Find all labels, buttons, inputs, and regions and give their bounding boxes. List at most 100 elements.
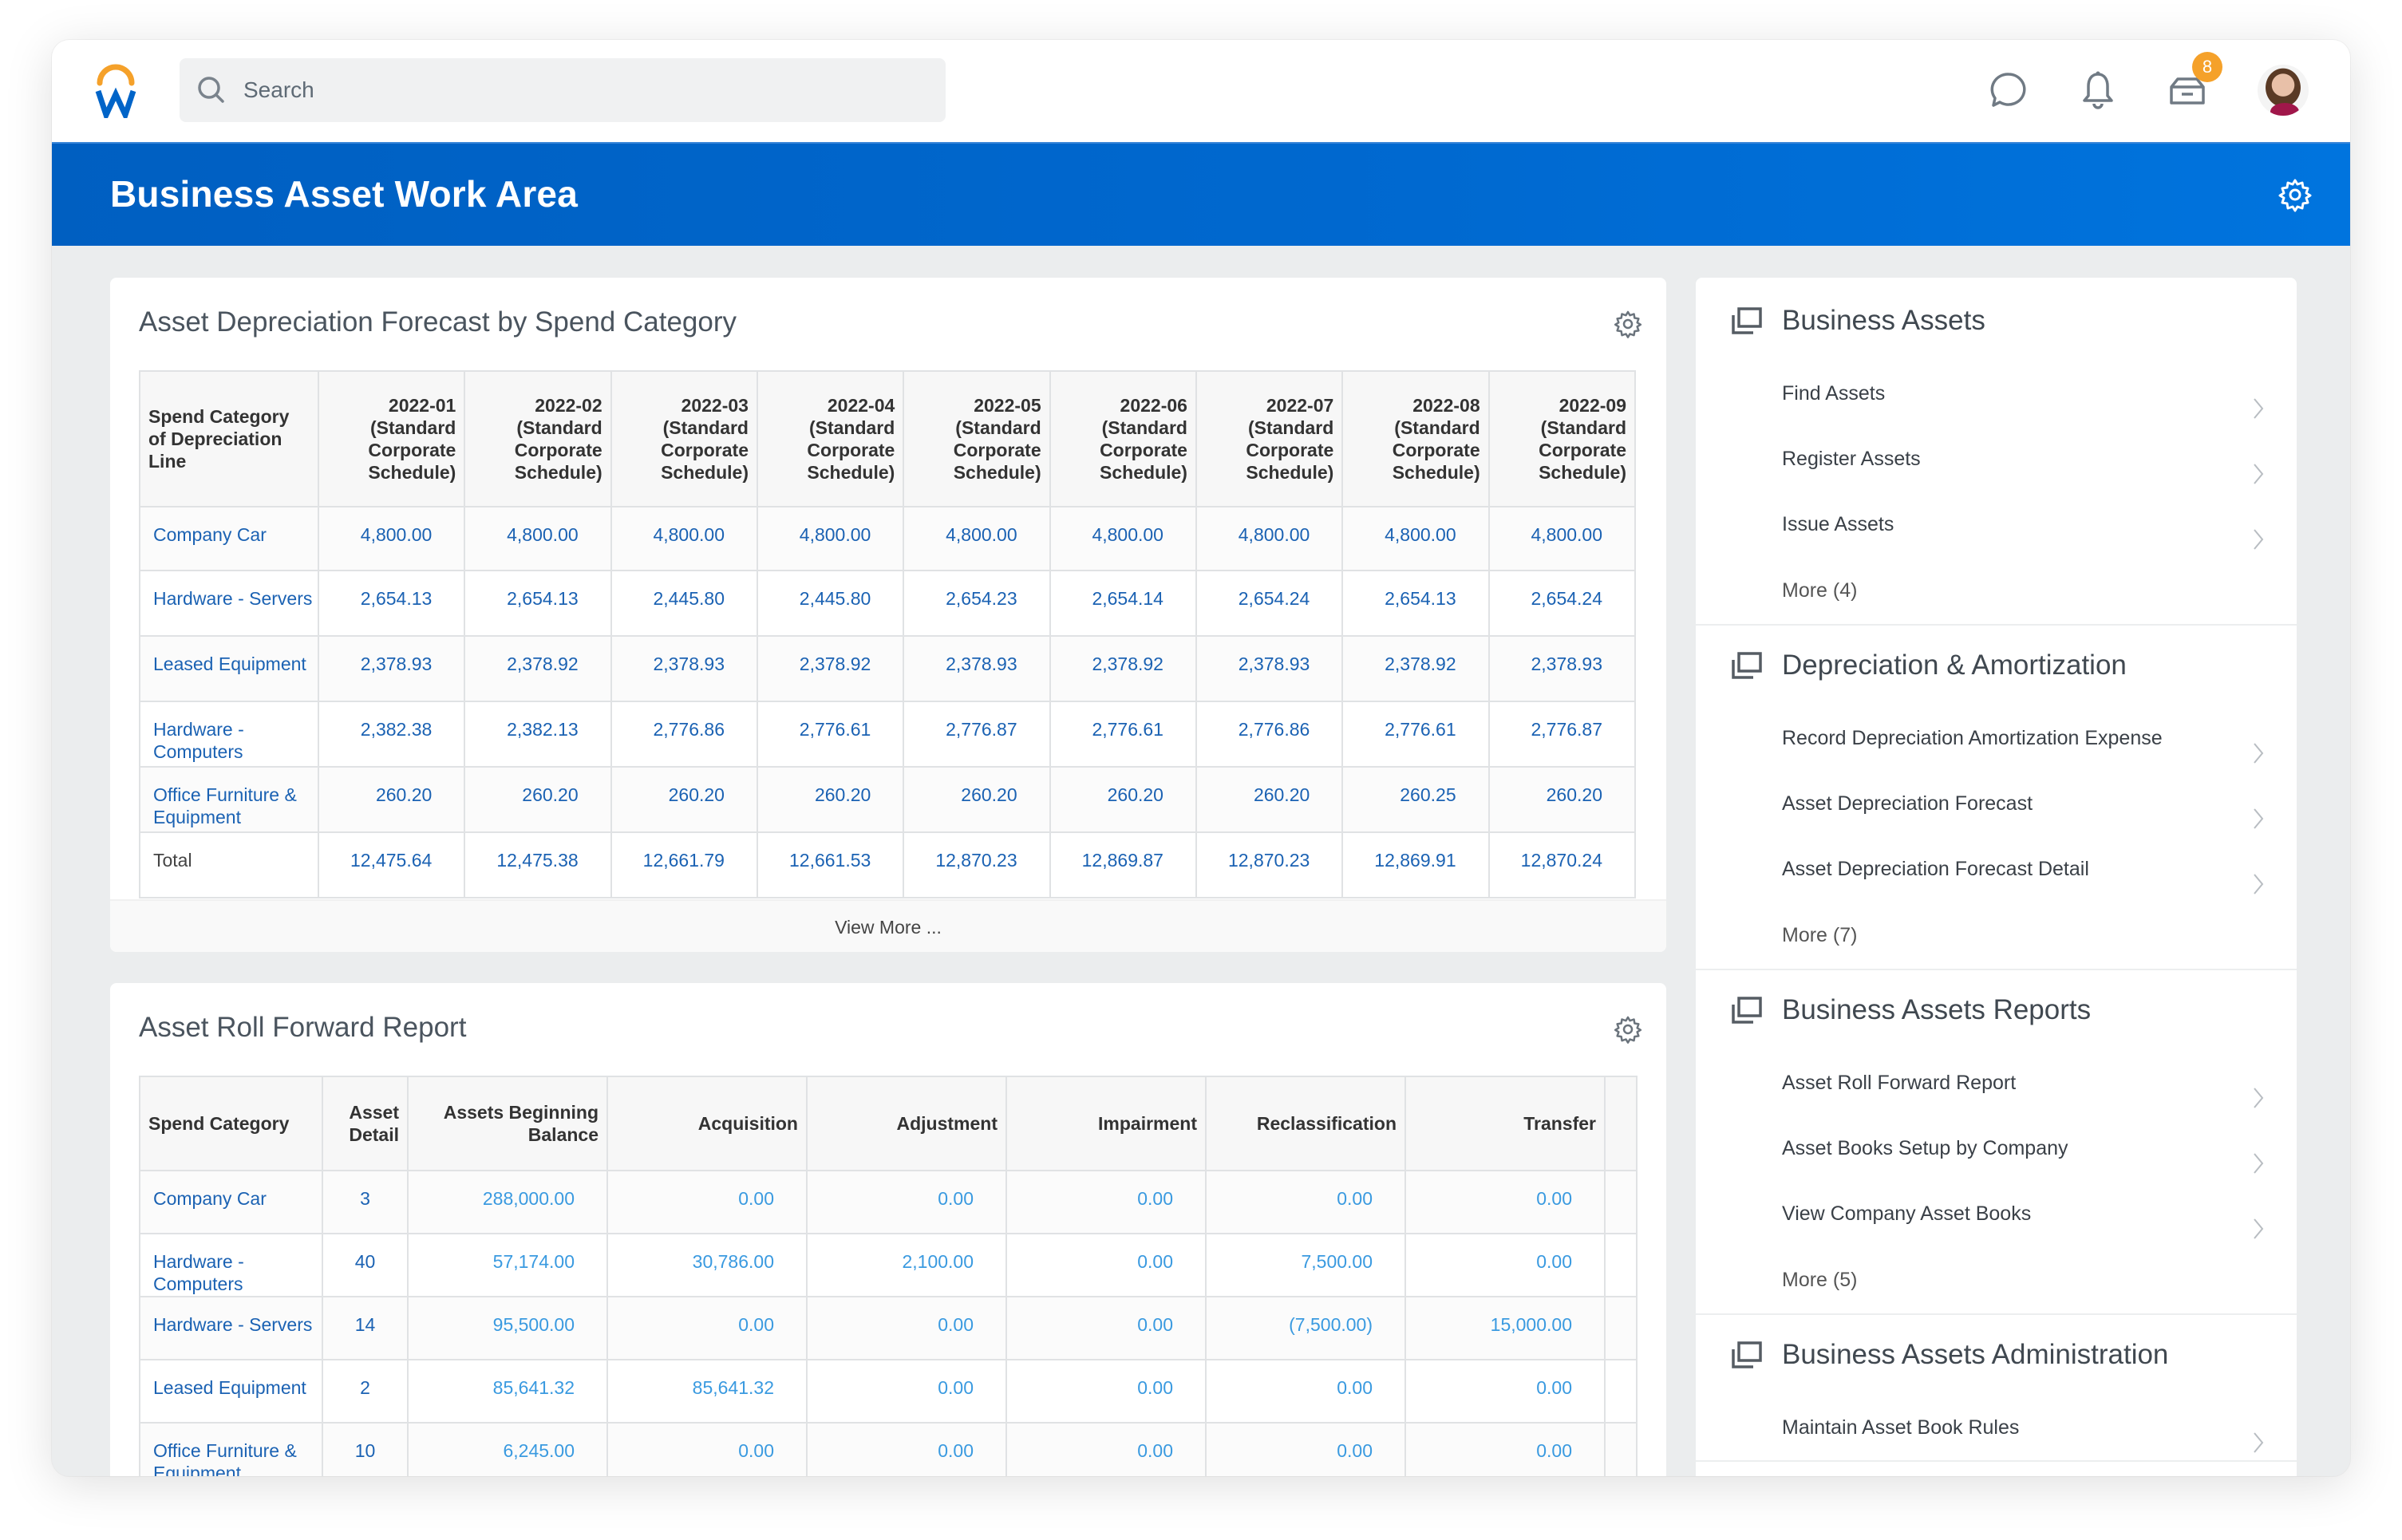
spend-category-link[interactable]: Hardware - Computers — [139, 701, 319, 768]
total-amount-link[interactable]: 12,475.64 — [317, 831, 466, 898]
spend-category-link[interactable]: Company Car — [139, 506, 319, 571]
amount-link[interactable]: 0.00 — [606, 1170, 808, 1234]
spend-category-link[interactable]: Company Car — [139, 1170, 323, 1234]
amount-link[interactable]: 2,382.13 — [464, 701, 612, 768]
amount-link[interactable]: 288,000.00 — [407, 1170, 608, 1234]
amount-link[interactable]: 2,654.14 — [1049, 570, 1197, 637]
amount-link[interactable]: 4,800.00 — [464, 506, 612, 571]
amount-link[interactable]: 4,800.00 — [1049, 506, 1197, 571]
amount-link[interactable]: 2,382.38 — [317, 701, 466, 768]
sidebar-task-link[interactable]: Maintain Asset Book Rules — [1696, 1395, 2297, 1460]
amount-link[interactable]: 2,378.92 — [1341, 635, 1490, 702]
sidebar-more-link[interactable]: More (7) — [1696, 902, 2297, 969]
sidebar-task-link[interactable]: Find Assets — [1696, 361, 2297, 426]
amount-link[interactable]: 2,378.92 — [756, 635, 905, 702]
amount-link[interactable]: 6,245.00 — [407, 1422, 608, 1476]
amount-link[interactable]: 2,654.13 — [1341, 570, 1490, 637]
amount-link[interactable]: 2,378.93 — [317, 635, 466, 702]
total-amount-link[interactable]: 12,475.38 — [464, 831, 612, 898]
amount-link[interactable]: 0.00 — [1005, 1296, 1207, 1360]
sidebar-task-link[interactable]: View Company Asset Books — [1696, 1181, 2297, 1246]
amount-link[interactable]: 260.20 — [610, 766, 758, 833]
amount-link[interactable]: 0.00 — [606, 1422, 808, 1476]
amount-link[interactable]: 30,786.00 — [606, 1233, 808, 1297]
amount-link[interactable]: 2,378.93 — [903, 635, 1051, 702]
asset-detail-count-link[interactable]: 40 — [322, 1233, 409, 1297]
amount-link[interactable]: 0.00 — [1205, 1170, 1406, 1234]
sidebar-task-link[interactable]: Register Assets — [1696, 426, 2297, 492]
amount-link[interactable]: 85,641.32 — [606, 1359, 808, 1424]
amount-link[interactable]: 2,776.86 — [1195, 701, 1344, 768]
amount-link[interactable]: 0.00 — [1005, 1233, 1207, 1297]
spend-category-link[interactable]: Hardware - Servers — [139, 570, 319, 637]
amount-link[interactable]: 2,378.92 — [464, 635, 612, 702]
amount-link[interactable]: 260.20 — [1487, 766, 1637, 833]
amount-link[interactable]: 0.00 — [1404, 1233, 1606, 1297]
total-amount-link[interactable]: 12,870.24 — [1487, 831, 1637, 898]
amount-link[interactable]: 4,800.00 — [1487, 506, 1637, 571]
amount-link[interactable]: 0.00 — [806, 1170, 1007, 1234]
sidebar-task-link[interactable]: Issue Assets — [1696, 492, 2297, 557]
amount-link[interactable]: 2,776.61 — [1049, 701, 1197, 768]
amount-link[interactable]: 260.20 — [1195, 766, 1344, 833]
workday-logo[interactable] — [92, 62, 140, 118]
spend-category-link[interactable]: Leased Equipment — [139, 635, 319, 702]
amount-link[interactable]: 0.00 — [1005, 1170, 1207, 1234]
amount-link[interactable]: 2,776.86 — [610, 701, 758, 768]
amount-link[interactable]: 0.00 — [1005, 1422, 1207, 1476]
amount-link[interactable]: 2,445.80 — [610, 570, 758, 637]
amount-link[interactable]: 2,654.24 — [1195, 570, 1344, 637]
amount-link[interactable]: 2,378.93 — [1195, 635, 1344, 702]
amount-link[interactable]: 0.00 — [1404, 1359, 1606, 1424]
amount-link[interactable]: 2,776.87 — [903, 701, 1051, 768]
view-more-button[interactable]: View More ... — [110, 899, 1666, 952]
total-amount-link[interactable]: 12,870.23 — [1195, 831, 1344, 898]
amount-link[interactable]: 0.00 — [1404, 1422, 1606, 1476]
user-avatar[interactable] — [2258, 65, 2309, 116]
amount-link[interactable]: 260.20 — [464, 766, 612, 833]
amount-link[interactable]: 260.20 — [903, 766, 1051, 833]
amount-link[interactable]: 2,776.87 — [1487, 701, 1637, 768]
total-amount-link[interactable]: 12,661.53 — [756, 831, 905, 898]
gear-icon[interactable] — [1612, 1013, 1644, 1045]
amount-link[interactable]: 260.20 — [1049, 766, 1197, 833]
sidebar-task-link[interactable]: Record Depreciation Amortization Expense — [1696, 705, 2297, 771]
amount-link[interactable]: 0.00 — [806, 1359, 1007, 1424]
amount-link[interactable]: 0.00 — [606, 1296, 808, 1360]
amount-link[interactable]: 85,641.32 — [407, 1359, 608, 1424]
amount-link[interactable]: 0.00 — [1205, 1359, 1406, 1424]
spend-category-link[interactable]: Hardware - Computers — [139, 1233, 323, 1297]
total-amount-link[interactable]: 12,869.91 — [1341, 831, 1490, 898]
chat-button[interactable] — [1986, 68, 2031, 113]
spend-category-link[interactable]: Office Furniture & Equipment — [139, 1422, 323, 1476]
amount-link[interactable]: 4,800.00 — [317, 506, 466, 571]
total-amount-link[interactable]: 12,661.79 — [610, 831, 758, 898]
sidebar-task-link[interactable]: Asset Roll Forward Report — [1696, 1050, 2297, 1116]
amount-link[interactable]: 260.20 — [756, 766, 905, 833]
asset-detail-count-link[interactable]: 3 — [322, 1170, 409, 1234]
amount-link[interactable]: 2,654.13 — [464, 570, 612, 637]
amount-link[interactable]: 7,500.00 — [1205, 1233, 1406, 1297]
total-amount-link[interactable]: 12,870.23 — [903, 831, 1051, 898]
amount-link[interactable]: 95,500.00 — [407, 1296, 608, 1360]
notifications-button[interactable] — [2076, 68, 2120, 113]
amount-link[interactable]: 2,776.61 — [1341, 701, 1490, 768]
amount-link[interactable]: 4,800.00 — [903, 506, 1051, 571]
sidebar-task-link[interactable]: Asset Books Setup by Company — [1696, 1116, 2297, 1181]
inbox-button[interactable]: 8 — [2165, 52, 2222, 113]
amount-link[interactable]: 2,654.24 — [1487, 570, 1637, 637]
asset-detail-count-link[interactable]: 2 — [322, 1359, 409, 1424]
spend-category-link[interactable]: Hardware - Servers — [139, 1296, 323, 1360]
amount-link[interactable]: 2,378.92 — [1049, 635, 1197, 702]
amount-link[interactable]: 260.20 — [317, 766, 466, 833]
amount-link[interactable]: 2,378.93 — [1487, 635, 1637, 702]
amount-link[interactable]: 0.00 — [1205, 1422, 1406, 1476]
amount-link[interactable]: 260.25 — [1341, 766, 1490, 833]
amount-link[interactable]: 2,654.23 — [903, 570, 1051, 637]
amount-link[interactable]: 15,000.00 — [1404, 1296, 1606, 1360]
amount-link[interactable]: 0.00 — [1404, 1170, 1606, 1234]
amount-link[interactable]: 0.00 — [806, 1422, 1007, 1476]
amount-link[interactable]: 2,378.93 — [610, 635, 758, 702]
asset-detail-count-link[interactable]: 14 — [322, 1296, 409, 1360]
amount-link[interactable]: 4,800.00 — [1341, 506, 1490, 571]
